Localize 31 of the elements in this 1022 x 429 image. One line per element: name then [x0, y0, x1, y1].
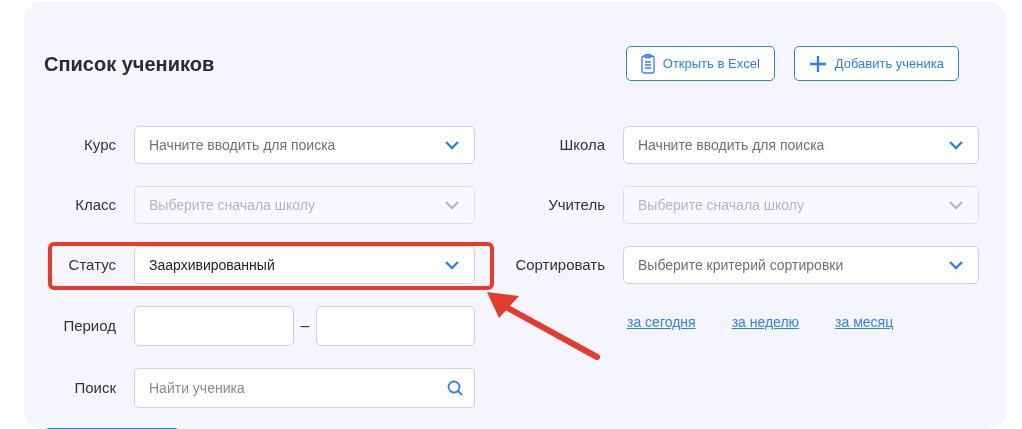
chevron-down-icon: [444, 140, 460, 150]
search-field[interactable]: Найти ученика: [134, 368, 475, 408]
field-label: Школа: [558, 134, 605, 155]
date-to-field[interactable]: [316, 306, 475, 346]
field-label: Курс: [83, 134, 116, 155]
field-label: Учитель: [547, 194, 605, 215]
excel-button[interactable]: Открыть в Excel: [625, 46, 775, 81]
chevron-down-icon: [948, 140, 964, 150]
chevron-down-icon: [444, 260, 460, 270]
period-link[interactable]: за сегодня: [627, 312, 696, 333]
chevron-down-icon: [444, 200, 460, 210]
field-label: Период: [62, 315, 116, 336]
select-field[interactable]: Начните вводить для поиска: [134, 126, 475, 164]
period-link[interactable]: за месяц: [835, 312, 894, 333]
search-icon: [447, 380, 463, 396]
add-student-button[interactable]: Добавить ученика: [793, 46, 959, 81]
plus-icon: [808, 54, 827, 73]
field-label: Поиск: [73, 377, 116, 398]
page-title: Список учеников: [44, 51, 215, 77]
clipboard-icon: [640, 53, 655, 74]
field-label: Сортировать: [514, 254, 605, 275]
select-field[interactable]: Заархивированный: [134, 246, 475, 284]
period-link[interactable]: за неделю: [731, 312, 800, 333]
date-from-field[interactable]: [134, 306, 294, 346]
select-field[interactable]: Выберите критерий сортировки: [623, 246, 979, 284]
chevron-down-icon: [948, 260, 964, 270]
field-label: Статус: [67, 254, 116, 275]
select-field[interactable]: Начните вводить для поиска: [623, 126, 979, 164]
range-dash: –: [299, 316, 311, 336]
field-label: Класс: [74, 194, 116, 215]
chevron-down-icon: [948, 200, 964, 210]
